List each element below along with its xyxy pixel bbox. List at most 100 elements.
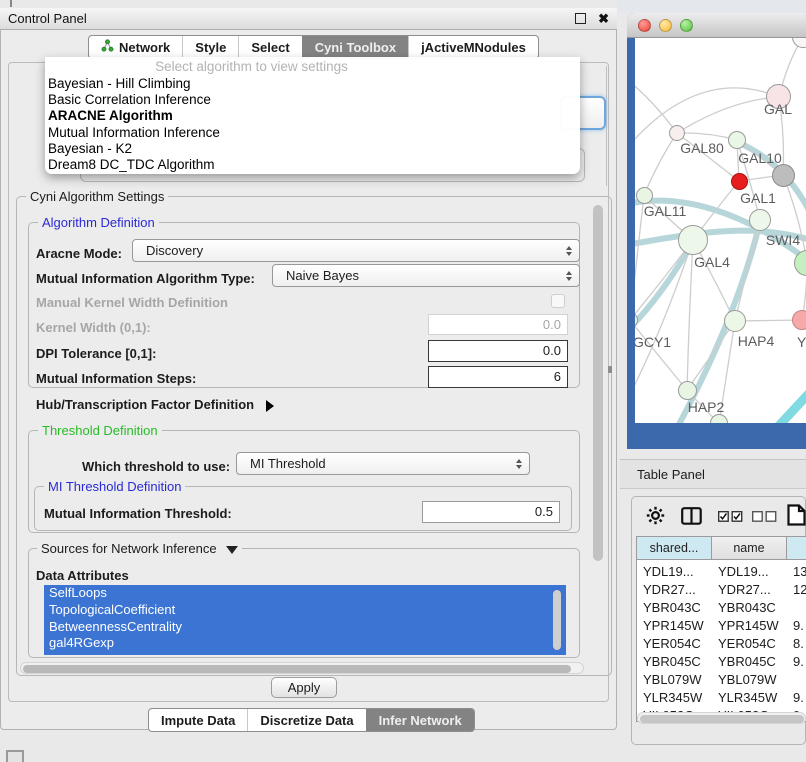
kernel-width-label: Kernel Width (0,1): (36, 320, 151, 335)
algorithm-option-basic-correlation[interactable]: Basic Correlation Inference (45, 92, 580, 108)
cell: YDL19... (637, 563, 712, 581)
table-row[interactable]: YBR043C YBR043C (637, 599, 806, 617)
aracne-mode-combo[interactable]: Discovery (132, 239, 580, 262)
close-window-icon[interactable] (638, 19, 651, 32)
table-row[interactable]: YDR27... YDR27... 12 (637, 581, 806, 599)
mi-threshold-definition-title: MI Threshold Definition (44, 479, 185, 494)
node-gal4[interactable] (678, 225, 708, 255)
network-canvas[interactable]: GAL GAL80 GAL10 GAL1 GAL11 SWI4 GAL4 GCY… (635, 38, 806, 423)
mi-steps-field[interactable]: 6 (428, 366, 568, 388)
list-item-betweennesscentrality[interactable]: BetweennessCentrality (44, 619, 566, 636)
algorithm-option-bayesian-hill-climbing[interactable]: Bayesian - Hill Climbing (45, 76, 580, 92)
cell: YLR345W (637, 689, 712, 707)
tab-jactivemnodules-label: jActiveMNodules (421, 40, 526, 55)
export-table-icon[interactable] (787, 504, 806, 526)
deselect-all-checkboxes-icon[interactable] (752, 511, 777, 522)
tab-network[interactable]: Network (89, 36, 182, 58)
mi-threshold-label: Mutual Information Threshold: (44, 506, 232, 521)
node-label-gal10: GAL10 (738, 150, 782, 166)
data-attributes-list[interactable]: SelfLoops TopologicalCoefficient Between… (44, 585, 566, 655)
algorithm-option-aracne[interactable]: ARACNE Algorithm (45, 108, 580, 124)
list-item-selfloops[interactable]: SelfLoops (44, 585, 566, 602)
sources-toggle[interactable]: Sources for Network Inference (37, 541, 242, 556)
table-row[interactable]: YLR345W YLR345W 9. (637, 689, 806, 707)
node-gal11[interactable] (636, 187, 653, 204)
minimized-panel-icon[interactable] (6, 750, 24, 762)
mi-threshold-field[interactable]: 0.5 (422, 501, 560, 523)
table-row[interactable]: YER054C YER054C 8. (637, 635, 806, 653)
tab-cyni-toolbox[interactable]: Cyni Toolbox (302, 36, 408, 58)
cell: 9. (787, 617, 806, 635)
node-label-y-cut: Y (797, 334, 806, 350)
sources-title: Sources for Network Inference (41, 541, 217, 556)
network-graph-icon (101, 39, 114, 55)
node-gal1[interactable] (731, 173, 748, 190)
node-gal10[interactable] (728, 131, 746, 149)
node-salmon[interactable] (792, 310, 806, 330)
control-panel-tabstrip: Network Style Select Cyni Toolbox jActiv… (88, 35, 539, 59)
cell: YPR145W (637, 617, 712, 635)
settings-horizontal-scrollbar-track[interactable] (20, 662, 584, 674)
node-table[interactable]: shared... name A YDL19... YDL19... 13 YD… (636, 536, 806, 722)
tab-infer-network[interactable]: Infer Network (366, 709, 474, 731)
cell: 9. (787, 653, 806, 671)
attributes-list-scrollbar[interactable] (553, 590, 561, 650)
tab-jactivemnodules[interactable]: jActiveMNodules (408, 36, 538, 58)
column-selector-icon[interactable] (681, 507, 702, 525)
tab-impute-data[interactable]: Impute Data (149, 709, 247, 731)
float-panel-icon[interactable] (575, 13, 586, 24)
tab-discretize-data[interactable]: Discretize Data (247, 709, 365, 731)
desktop-strip (617, 0, 806, 13)
hub-definition-toggle[interactable]: Hub/Transcription Factor Definition (36, 397, 274, 412)
node-hap2[interactable] (678, 381, 697, 400)
table-panel-titlebar: Table Panel (620, 459, 806, 489)
table-settings-gear-icon[interactable] (646, 506, 665, 525)
splitter-handle[interactable] (608, 366, 612, 373)
mi-algorithm-type-combo[interactable]: Naive Bayes (272, 264, 580, 287)
table-row[interactable]: YBL079W YBL079W (637, 671, 806, 689)
node-label-gcy1: GCY1 (635, 334, 671, 350)
close-panel-icon[interactable]: ✖ (598, 12, 609, 25)
table-row[interactable]: YBR045C YBR045C 9. (637, 653, 806, 671)
cell: YDR27... (712, 581, 787, 599)
cell: 12 (787, 581, 806, 599)
bottom-tabstrip: Impute Data Discretize Data Infer Networ… (148, 708, 475, 732)
settings-horizontal-scrollbar-thumb[interactable] (23, 665, 571, 673)
node-gal80[interactable] (669, 125, 685, 141)
cell: YER054C (637, 635, 712, 653)
cell: YBR045C (712, 653, 787, 671)
settings-vertical-scrollbar[interactable] (593, 205, 603, 561)
which-threshold-combo[interactable]: MI Threshold (236, 452, 530, 475)
column-header-name[interactable]: name (712, 537, 787, 560)
table-row[interactable]: YPR145W YPR145W 9. (637, 617, 806, 635)
cell (787, 671, 806, 689)
node-hap4[interactable] (724, 310, 746, 332)
node-gray[interactable] (772, 164, 795, 187)
select-all-checkboxes-icon[interactable] (718, 511, 743, 522)
node-label-gal1: GAL1 (740, 190, 776, 206)
mi-algorithm-type-value: Naive Bayes (286, 268, 359, 283)
algorithm-option-bayesian-k2[interactable]: Bayesian - K2 (45, 141, 580, 157)
column-header-partial[interactable]: A (787, 537, 806, 560)
zoom-window-icon[interactable] (680, 19, 693, 32)
tab-style[interactable]: Style (182, 36, 238, 58)
table-horizontal-scrollbar-track[interactable] (637, 712, 806, 724)
list-item-topologicalcoefficient[interactable]: TopologicalCoefficient (44, 602, 566, 619)
minimize-window-icon[interactable] (659, 19, 672, 32)
algorithm-option-dream8[interactable]: Dream8 DC_TDC Algorithm (45, 157, 580, 173)
table-row[interactable]: YDL19... YDL19... 13 (637, 563, 806, 581)
network-window-titlebar[interactable] (627, 13, 806, 38)
column-header-shared-name[interactable]: shared... (637, 537, 712, 560)
algorithm-option-mutual-information[interactable]: Mutual Information Inference (45, 125, 580, 141)
table-horizontal-scrollbar-thumb[interactable] (640, 715, 804, 723)
kernel-width-field[interactable]: 0.0 (428, 314, 568, 335)
manual-kernel-width-checkbox[interactable] (551, 294, 565, 308)
cell: YLR345W (712, 689, 787, 707)
dpi-tolerance-field[interactable]: 0.0 (428, 340, 568, 362)
node-swi4-left[interactable] (749, 209, 771, 231)
list-item-gal4rgexp[interactable]: gal4RGexp (44, 635, 566, 652)
threshold-definition-title: Threshold Definition (38, 423, 162, 438)
cell: YPR145W (712, 617, 787, 635)
apply-button[interactable]: Apply (271, 677, 337, 698)
tab-select[interactable]: Select (238, 36, 301, 58)
